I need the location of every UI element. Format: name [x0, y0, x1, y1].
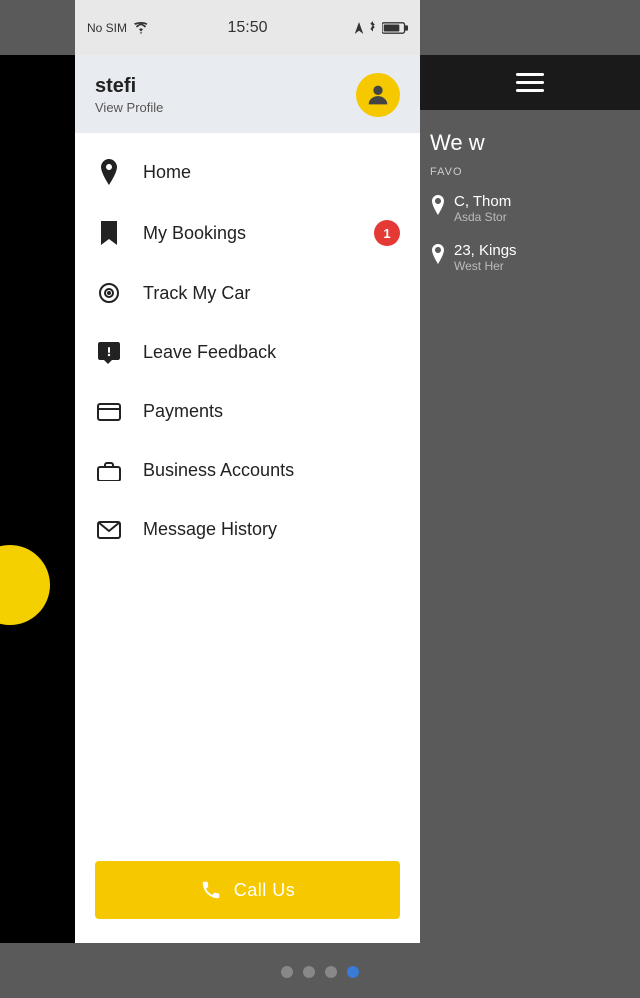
call-us-label: Call Us [234, 880, 296, 901]
status-right [354, 21, 408, 35]
drawer: stefi View Profile Home [75, 55, 420, 943]
menu-item-home[interactable]: Home [75, 141, 420, 203]
page-dots [0, 966, 640, 978]
battery-icon [382, 21, 408, 35]
target-circle-icon [95, 281, 123, 305]
wifi-icon [133, 22, 149, 34]
credit-card-icon [95, 400, 123, 423]
bookings-badge: 1 [374, 220, 400, 246]
right-panel-header [420, 55, 640, 110]
briefcase-icon [95, 459, 123, 482]
dot-1[interactable] [281, 966, 293, 978]
menu-item-leave-feedback[interactable]: Leave Feedback [75, 323, 420, 382]
menu-message-label: Message History [143, 519, 277, 540]
menu-feedback-label: Leave Feedback [143, 342, 276, 363]
fav-item-2: 23, Kings West Her [430, 242, 630, 273]
menu-home-label: Home [143, 162, 191, 183]
location-pin-icon [95, 159, 123, 185]
right-panel-greeting: We w [430, 130, 630, 156]
menu-list: Home My Bookings 1 Track My Car [75, 133, 420, 845]
username: stefi [95, 75, 163, 98]
status-bar: No SIM 15:50 [75, 0, 420, 55]
fav-item-1: C, Thom Asda Stor [430, 193, 630, 224]
dot-2[interactable] [303, 966, 315, 978]
menu-item-message-history[interactable]: Message History [75, 500, 420, 559]
arrow-icon [354, 22, 364, 34]
fav-item-1-text: C, Thom Asda Stor [454, 193, 511, 224]
call-us-button[interactable]: Call Us [95, 861, 400, 919]
carrier-label: No SIM [87, 21, 127, 35]
menu-item-business-accounts[interactable]: Business Accounts [75, 441, 420, 500]
hamburger-icon[interactable] [516, 73, 544, 92]
menu-business-label: Business Accounts [143, 460, 294, 481]
status-time: 15:50 [227, 19, 267, 37]
fav-item-2-text: 23, Kings West Her [454, 242, 517, 273]
fav-label: FAVO [430, 166, 630, 178]
menu-item-track-my-car[interactable]: Track My Car [75, 263, 420, 323]
profile-header[interactable]: stefi View Profile [75, 55, 420, 133]
bluetooth-icon [368, 21, 378, 35]
left-strip [0, 55, 75, 943]
view-profile-link[interactable]: View Profile [95, 100, 163, 115]
avatar[interactable] [356, 73, 400, 117]
right-panel: We w FAVO C, Thom Asda Stor 23, Kings We… [420, 55, 640, 995]
exclamation-bubble-icon [95, 341, 123, 364]
phone-icon [200, 879, 222, 902]
right-panel-body: We w FAVO C, Thom Asda Stor 23, Kings We… [420, 110, 640, 311]
menu-item-payments[interactable]: Payments [75, 382, 420, 441]
menu-item-my-bookings[interactable]: My Bookings 1 [75, 203, 420, 263]
dot-3[interactable] [325, 966, 337, 978]
profile-info: stefi View Profile [95, 75, 163, 115]
menu-track-label: Track My Car [143, 283, 250, 304]
envelope-icon [95, 518, 123, 541]
menu-bookings-label: My Bookings [143, 223, 246, 244]
menu-payments-label: Payments [143, 401, 223, 422]
status-left: No SIM [87, 21, 149, 35]
dot-4-active[interactable] [347, 966, 359, 978]
left-yellow-circle [0, 545, 50, 625]
bookmark-icon [95, 221, 123, 245]
